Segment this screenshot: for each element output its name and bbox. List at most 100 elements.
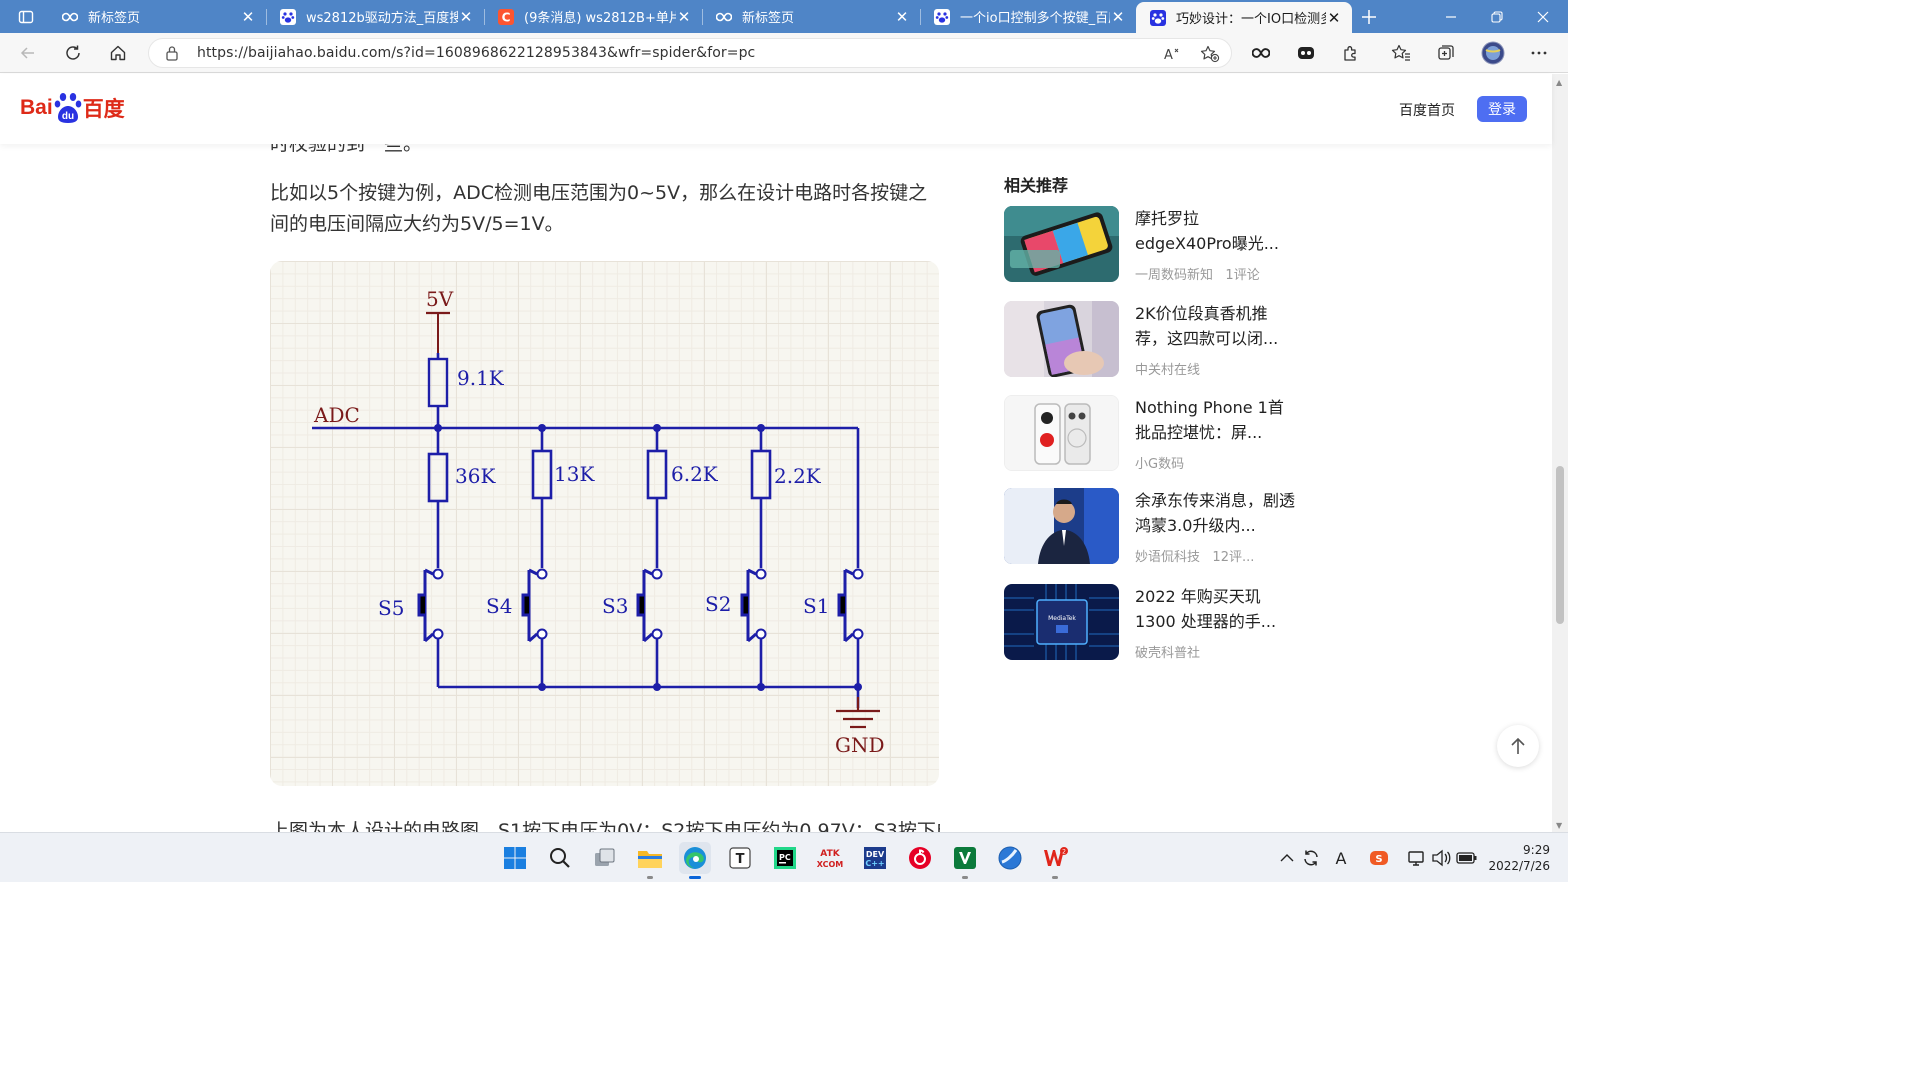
page-scrollbar[interactable]: ▲ ▼ bbox=[1552, 74, 1568, 832]
scroll-up-icon[interactable]: ▲ bbox=[1556, 78, 1562, 87]
recommendation-title[interactable]: 2K价位段真香机推荐，这四款可以闭... bbox=[1135, 301, 1295, 351]
close-tab-icon[interactable]: ✕ bbox=[1110, 8, 1126, 26]
thumbnail-phone-hand[interactable] bbox=[1004, 301, 1119, 377]
puzzle-icon bbox=[1344, 46, 1356, 61]
close-tab-icon[interactable]: ✕ bbox=[240, 8, 256, 26]
chevron-up-icon[interactable] bbox=[1276, 847, 1298, 869]
scrollbar-thumb[interactable] bbox=[1556, 466, 1564, 624]
sync-icon[interactable] bbox=[1300, 847, 1322, 869]
edge-icon[interactable] bbox=[679, 842, 711, 879]
recommendation-item[interactable]: Nothing Phone 1首批品控堪忧：屏... 小G数码 bbox=[1004, 395, 1304, 473]
browser-toolbar: https://baijiahao.baidu.com/s?id=1608968… bbox=[0, 33, 1568, 73]
close-tab-icon[interactable]: ✕ bbox=[676, 8, 692, 26]
lock-icon[interactable] bbox=[165, 45, 179, 65]
collections-button[interactable] bbox=[1430, 37, 1462, 69]
settings-more-button[interactable] bbox=[1523, 37, 1555, 69]
infinity-extension-button[interactable] bbox=[1245, 37, 1277, 69]
tab-new-2[interactable]: 新标签页 ✕ bbox=[702, 0, 920, 33]
volume-icon[interactable] bbox=[1430, 847, 1452, 869]
label-9-1k: 9.1K bbox=[457, 366, 505, 390]
ime-indicator[interactable]: A bbox=[1330, 847, 1352, 869]
clock-date: 2022/7/26 bbox=[1488, 859, 1550, 873]
svg-text:T: T bbox=[736, 852, 745, 867]
network-icon[interactable] bbox=[1406, 847, 1428, 869]
tab-new-1[interactable]: 新标签页 ✕ bbox=[48, 0, 266, 33]
label-s1: S1 bbox=[803, 594, 829, 618]
battery-icon[interactable] bbox=[1456, 847, 1478, 869]
tab-title: 新标签页 bbox=[88, 11, 141, 26]
atk-xcom-icon[interactable]: ATK XCOM bbox=[814, 842, 846, 874]
recommendation-comments: 1评论 bbox=[1225, 268, 1260, 283]
minimize-button[interactable] bbox=[1428, 0, 1474, 33]
svg-text:PC: PC bbox=[779, 853, 791, 862]
login-button[interactable]: 登录 bbox=[1477, 96, 1527, 122]
recommendation-item[interactable]: 2K价位段真香机推荐，这四款可以闭... 中关村在线 bbox=[1004, 301, 1304, 379]
tab-actions-icon bbox=[18, 10, 34, 24]
recommendation-meta: 中关村在线 bbox=[1135, 359, 1200, 378]
favorites-button[interactable] bbox=[1385, 37, 1417, 69]
tab-baidu-search[interactable]: ws2812b驱动方法_百度搜索 ✕ bbox=[266, 0, 484, 33]
file-explorer-icon[interactable] bbox=[634, 842, 666, 879]
recommendation-title[interactable]: 摩托罗拉edgeX40Pro曝光... bbox=[1135, 206, 1295, 256]
recommendation-title[interactable]: 余承东传来消息，剧透鸿蒙3.0升级内... bbox=[1135, 488, 1295, 538]
sogou-ime-icon[interactable]: S bbox=[1368, 847, 1390, 869]
netease-music-icon[interactable] bbox=[904, 842, 936, 874]
scroll-down-icon[interactable]: ▼ bbox=[1556, 821, 1562, 830]
home-button[interactable] bbox=[102, 37, 134, 69]
close-tab-icon[interactable]: ✕ bbox=[458, 8, 474, 26]
profile-button[interactable] bbox=[1477, 37, 1509, 69]
typora-icon[interactable]: T bbox=[724, 842, 756, 874]
devcpp-icon[interactable]: DEV C++ bbox=[859, 842, 891, 874]
logo-text-right: 百度 bbox=[82, 98, 125, 121]
browser-app-icon[interactable] bbox=[994, 842, 1026, 874]
add-favorite-icon[interactable] bbox=[1199, 43, 1221, 65]
recommendation-title[interactable]: 2022 年购买天玑1300 处理器的手... bbox=[1135, 584, 1295, 634]
read-aloud-icon[interactable]: A bbox=[1161, 43, 1183, 65]
tab-actions-button[interactable] bbox=[8, 5, 44, 29]
label-s5: S5 bbox=[378, 596, 404, 620]
vscode-icon[interactable] bbox=[949, 842, 981, 879]
restore-button[interactable] bbox=[1474, 0, 1520, 33]
refresh-button[interactable] bbox=[57, 37, 89, 69]
tab-io-buttons[interactable]: 一个io口控制多个按键_百度 ✕ bbox=[920, 0, 1136, 33]
svg-text:DEV: DEV bbox=[866, 850, 885, 859]
recommendation-item[interactable]: MediaTek 2022 年购买天玑1300 处理器的手... 破壳科普社 bbox=[1004, 584, 1304, 662]
thumbnail-phone-colorful[interactable] bbox=[1004, 206, 1119, 282]
tab-csdn[interactable]: C (9条消息) ws2812B+单片机 ✕ bbox=[484, 0, 702, 33]
thumbnail-chip-mediatek[interactable]: MediaTek bbox=[1004, 584, 1119, 660]
extension-button[interactable] bbox=[1290, 37, 1322, 69]
search-icon[interactable] bbox=[544, 842, 576, 874]
close-window-button[interactable] bbox=[1520, 0, 1566, 33]
svg-text:2: 2 bbox=[1062, 849, 1066, 856]
thumbnail-phone-transparent[interactable] bbox=[1004, 395, 1119, 471]
svg-text:ATK: ATK bbox=[820, 849, 840, 859]
recommendation-item[interactable]: 余承东传来消息，剧透鸿蒙3.0升级内... 妙语侃科技 12评... bbox=[1004, 488, 1304, 566]
task-view-icon[interactable] bbox=[589, 842, 621, 874]
label-s3: S3 bbox=[602, 594, 628, 618]
pycharm-icon[interactable]: PC bbox=[769, 842, 801, 874]
url-text[interactable]: https://baijiahao.baidu.com/s?id=1608968… bbox=[197, 45, 755, 61]
arrow-up-icon bbox=[1511, 737, 1525, 754]
extensions-button[interactable] bbox=[1335, 37, 1367, 69]
tab-title: ws2812b驱动方法_百度搜索 bbox=[306, 11, 458, 26]
recommendation-item[interactable]: 摩托罗拉edgeX40Pro曝光... 一周数码新知 1评论 bbox=[1004, 206, 1304, 284]
windows-start-icon[interactable] bbox=[499, 842, 531, 874]
tab-active-article[interactable]: 巧妙设计：一个IO口检测多 ✕ bbox=[1136, 2, 1352, 33]
recommendation-source: 一周数码新知 bbox=[1135, 268, 1214, 283]
recommendation-title[interactable]: Nothing Phone 1首批品控堪忧：屏... bbox=[1135, 395, 1295, 445]
back-button[interactable] bbox=[12, 37, 44, 69]
address-bar[interactable]: https://baijiahao.baidu.com/s?id=1608968… bbox=[148, 38, 1232, 68]
thumbnail-speaker-person[interactable] bbox=[1004, 488, 1119, 564]
new-tab-button[interactable] bbox=[1356, 4, 1382, 30]
clock-time: 9:29 bbox=[1523, 843, 1550, 857]
label-5v: 5V bbox=[426, 287, 454, 311]
wps-icon[interactable]: 2 bbox=[1039, 842, 1071, 879]
baidu-paw-icon bbox=[280, 8, 296, 25]
system-clock[interactable]: 9:29 2022/7/26 bbox=[1480, 842, 1550, 874]
close-tab-icon[interactable]: ✕ bbox=[894, 8, 910, 26]
baidu-logo[interactable]: Bai du 百度 bbox=[20, 90, 125, 126]
baidu-home-link[interactable]: 百度首页 bbox=[1399, 100, 1455, 120]
close-tab-icon[interactable]: ✕ bbox=[1326, 9, 1342, 27]
back-to-top-button[interactable] bbox=[1497, 725, 1539, 767]
close-icon bbox=[1537, 11, 1549, 22]
